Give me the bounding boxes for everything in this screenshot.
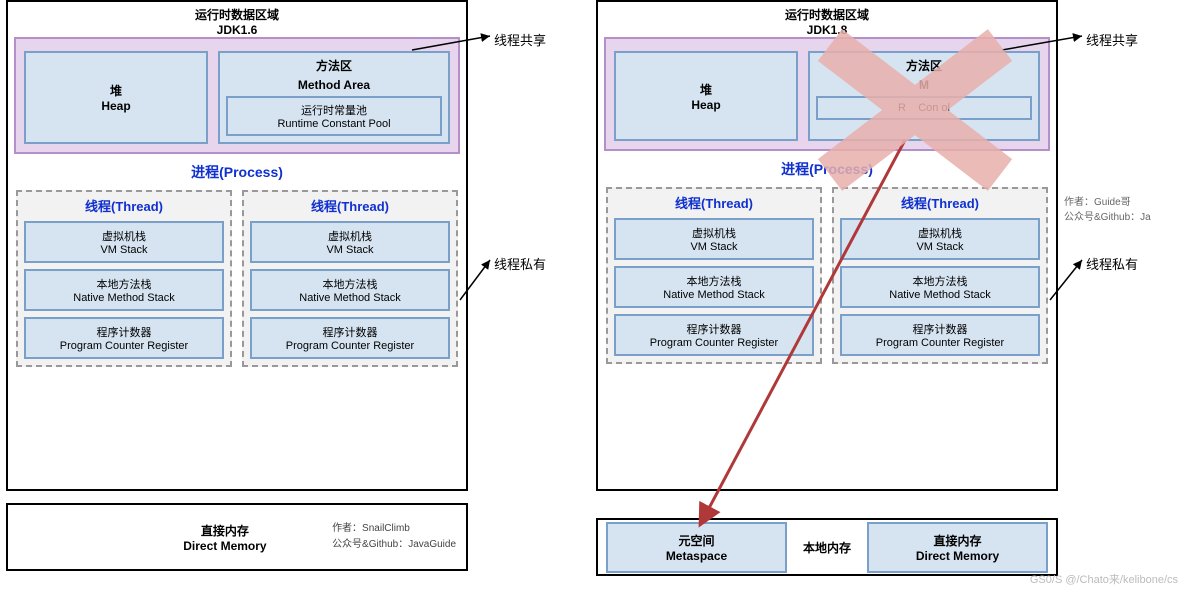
- runtime-title-cn: 运行时数据区域: [604, 6, 1050, 23]
- metaspace-box: 元空间 Metaspace: [606, 522, 787, 573]
- threads-row: 线程(Thread) 虚拟机栈VM Stack 本地方法栈Native Meth…: [14, 188, 460, 369]
- jdk18-runtime-panel: 运行时数据区域 JDK1.8 堆 Heap 方法区 M R Con ol 进程(…: [596, 0, 1058, 491]
- shared-label-left: 线程共享: [494, 30, 546, 49]
- pcr-box: 程序计数器Program Counter Register: [250, 317, 450, 359]
- method-en: Method Area: [298, 78, 370, 92]
- process-label: 进程(Process): [604, 159, 1050, 179]
- shared-area: 堆 Heap 方法区 M R Con ol: [604, 37, 1050, 151]
- constpool-en: Runtime Constant Pool: [230, 118, 438, 130]
- direct-memory-box: 直接内存 Direct Memory: [867, 522, 1048, 573]
- runtime-title-cn: 运行时数据区域: [14, 6, 460, 23]
- thread-box: 线程(Thread) 虚拟机栈VM Stack 本地方法栈Native Meth…: [242, 190, 458, 367]
- pcr-box: 程序计数器Program Counter Register: [24, 317, 224, 359]
- local-mem-label: 本地内存: [795, 539, 859, 556]
- direct-mem-en: Direct Memory: [183, 539, 266, 553]
- heap-en: Heap: [691, 98, 720, 112]
- vmstack-box: 虚拟机栈VM Stack: [24, 221, 224, 263]
- runtime-title: 运行时数据区域 JDK1.6: [14, 6, 460, 37]
- jdk16-runtime-panel: 运行时数据区域 JDK1.6 堆 Heap 方法区 Method Area 运行…: [6, 0, 468, 491]
- native-stack-box: 本地方法栈Native Method Stack: [250, 269, 450, 311]
- method-cn: 方法区: [316, 57, 352, 74]
- direct-memory-panel: 直接内存 Direct Memory 作者：SnailClimb 公众号&Git…: [6, 503, 468, 571]
- method-en: M: [919, 78, 929, 92]
- native-stack-box: 本地方法栈Native Method Stack: [840, 266, 1040, 308]
- native-stack-box: 本地方法栈Native Method Stack: [614, 266, 814, 308]
- method-area-box: 方法区 Method Area 运行时常量池 Runtime Constant …: [218, 51, 450, 144]
- thread-label: 线程(Thread): [614, 193, 814, 212]
- shared-label-right: 线程共享: [1086, 30, 1138, 49]
- right-credits: 作者：Guide哥 公众号&Github：Ja: [1064, 195, 1151, 225]
- watermark-text: GS0/S @/Chato来/kelibone/cs: [1030, 571, 1178, 587]
- method-area-box: 方法区 M R Con ol: [808, 51, 1040, 141]
- thread-label: 线程(Thread): [840, 193, 1040, 212]
- method-cn: 方法区: [906, 57, 942, 74]
- threads-row: 线程(Thread) 虚拟机栈VM Stack 本地方法栈Native Meth…: [604, 185, 1050, 366]
- thread-box: 线程(Thread) 虚拟机栈VM Stack 本地方法栈Native Meth…: [16, 190, 232, 367]
- vmstack-box: 虚拟机栈VM Stack: [614, 218, 814, 260]
- private-label-left: 线程私有: [494, 254, 546, 273]
- direct-mem-cn: 直接内存: [183, 522, 266, 539]
- thread-label: 线程(Thread): [250, 196, 450, 215]
- constpool-en: Con ol: [918, 102, 950, 114]
- constant-pool-box: R Con ol: [816, 96, 1032, 120]
- constpool-cn: 运行时常量池: [230, 102, 438, 118]
- thread-box: 线程(Thread) 虚拟机栈VM Stack 本地方法栈Native Meth…: [832, 187, 1048, 364]
- pcr-box: 程序计数器Program Counter Register: [614, 314, 814, 356]
- vmstack-box: 虚拟机栈VM Stack: [840, 218, 1040, 260]
- local-memory-panel: 元空间 Metaspace 本地内存 直接内存 Direct Memory: [596, 518, 1058, 576]
- jdk-version: JDK1.6: [14, 23, 460, 37]
- constpool-cn: R: [898, 102, 906, 114]
- jdk-version: JDK1.8: [604, 23, 1050, 37]
- native-stack-box: 本地方法栈Native Method Stack: [24, 269, 224, 311]
- thread-box: 线程(Thread) 虚拟机栈VM Stack 本地方法栈Native Meth…: [606, 187, 822, 364]
- heap-cn: 堆: [110, 82, 122, 99]
- process-label: 进程(Process): [14, 162, 460, 182]
- pcr-box: 程序计数器Program Counter Register: [840, 314, 1040, 356]
- runtime-title: 运行时数据区域 JDK1.8: [604, 6, 1050, 37]
- private-label-right: 线程私有: [1086, 254, 1138, 273]
- shared-area: 堆 Heap 方法区 Method Area 运行时常量池 Runtime Co…: [14, 37, 460, 154]
- heap-cn: 堆: [700, 81, 712, 98]
- vmstack-box: 虚拟机栈VM Stack: [250, 221, 450, 263]
- constant-pool-box: 运行时常量池 Runtime Constant Pool: [226, 96, 442, 136]
- heap-en: Heap: [101, 99, 130, 113]
- heap-box: 堆 Heap: [24, 51, 208, 144]
- left-credits: 作者：SnailClimb 公众号&Github：JavaGuide: [332, 521, 456, 553]
- heap-box: 堆 Heap: [614, 51, 798, 141]
- thread-label: 线程(Thread): [24, 196, 224, 215]
